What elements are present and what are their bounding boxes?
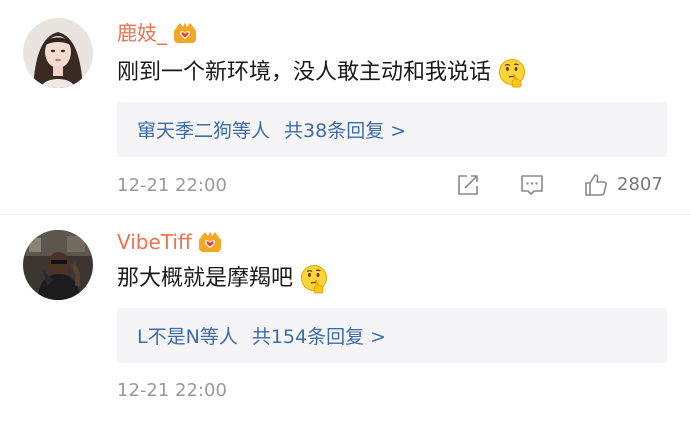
comment-item: VibeTiff 那大概就是摩羯吧 L不是N 等人 共154条回复 > 12-2… [0, 215, 690, 422]
avatar[interactable] [23, 18, 93, 88]
reply-count-link[interactable]: 共154条回复 > [252, 322, 386, 349]
timestamp: 12-21 22:00 [117, 380, 227, 401]
reply-names[interactable]: 窜天季二狗 [137, 116, 232, 143]
reply-names[interactable]: L不是N [137, 322, 200, 349]
reply-etc: 等人 [199, 326, 238, 348]
share-icon[interactable] [455, 172, 481, 198]
action-bar: 2807 [455, 172, 663, 198]
avatar[interactable] [23, 230, 93, 300]
reply-summary[interactable]: 窜天季二狗 等人 共38条回复 > [117, 102, 667, 157]
comment-text: 那大概就是摩羯吧 [117, 266, 294, 291]
comment-text-row: 刚到一个新环境，没人敢主动和我说话 [117, 56, 527, 90]
thumbs-up-icon[interactable] [583, 172, 609, 198]
thinking-emoji-icon [497, 58, 527, 88]
reply-count-link[interactable]: 共38条回复 > [284, 116, 406, 143]
thinking-emoji-icon [299, 264, 329, 294]
reply-summary[interactable]: L不是N 等人 共154条回复 > [117, 308, 667, 363]
username-row: VibeTiff [117, 227, 222, 257]
reply-etc: 等人 [232, 120, 271, 142]
username[interactable]: 鹿妓_ [117, 18, 167, 48]
comment-icon[interactable] [519, 172, 545, 198]
comment-item: 鹿妓_ 刚到一个新环境，没人敢主动和我说话 窜天季二狗 等人 共38条回复 > … [0, 0, 690, 215]
username-row: 鹿妓_ [117, 18, 197, 48]
crown-badge-icon [198, 231, 222, 253]
username[interactable]: VibeTiff [117, 227, 192, 257]
comment-text-row: 那大概就是摩羯吧 [117, 262, 329, 296]
crown-badge-icon [173, 22, 197, 44]
timestamp: 12-21 22:00 [117, 175, 227, 196]
comment-text: 刚到一个新环境，没人敢主动和我说话 [117, 60, 492, 85]
like-count: 2807 [617, 174, 663, 195]
